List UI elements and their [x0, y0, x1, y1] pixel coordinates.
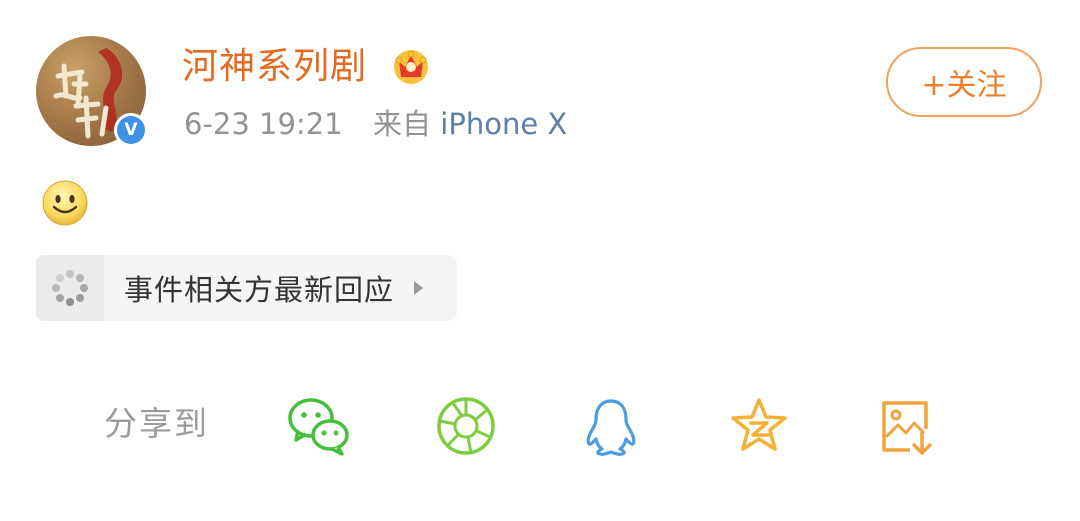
moments-icon[interactable]: [433, 393, 499, 459]
post-source[interactable]: iPhone X: [440, 107, 567, 141]
qzone-icon[interactable]: [726, 393, 792, 459]
crown-icon: [394, 50, 428, 84]
topic-title: 事件相关方最新回应: [124, 273, 395, 307]
topic-card[interactable]: 事件相关方最新回应: [36, 255, 457, 321]
user-name[interactable]: 河神系列剧: [182, 44, 367, 90]
verified-icon: V: [117, 116, 145, 144]
post-date: 6-23 19:21: [184, 107, 343, 141]
post-meta: 6-23 19:21 来自 iPhone X: [184, 106, 567, 142]
chevron-right-icon: [414, 281, 424, 295]
smile-emoji-icon: [42, 180, 88, 226]
follow-button[interactable]: +关注: [886, 47, 1042, 117]
source-prefix: 来自: [373, 107, 432, 141]
verified-badge: V: [114, 113, 148, 147]
share-label: 分享到: [104, 404, 209, 443]
loading-icon: [52, 270, 88, 306]
qq-icon[interactable]: [578, 393, 644, 459]
topic-icon-box: [36, 255, 104, 321]
wechat-icon[interactable]: [286, 393, 352, 459]
save-image-icon[interactable]: [874, 393, 940, 459]
